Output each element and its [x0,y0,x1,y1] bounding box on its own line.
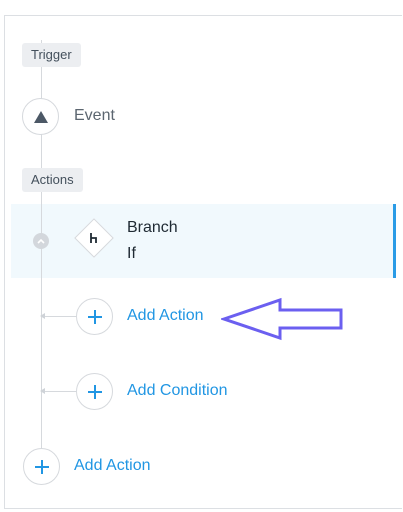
collapse-toggle[interactable] [33,233,49,249]
connector-tip-add-condition [40,388,45,394]
add-action-button-nested[interactable] [76,298,113,335]
branch-icon [90,233,97,243]
plus-icon [87,309,102,324]
add-condition-button[interactable] [76,373,113,410]
branch-subtitle: If [127,245,136,262]
triangle-up-icon [33,110,48,123]
connector-add-condition [42,391,76,392]
add-action-link-nested[interactable]: Add Action [127,307,204,325]
arrow-left-icon [221,297,343,341]
connector-tip-add-action [40,313,45,319]
connector-add-action [42,316,76,317]
branch-row[interactable] [11,204,396,278]
trigger-event-node[interactable] [22,98,59,135]
trigger-event-label[interactable]: Event [74,107,115,125]
add-action-link-root[interactable]: Add Action [74,457,151,475]
trigger-section-tag: Trigger [22,43,81,67]
actions-section-tag: Actions [22,168,83,192]
add-action-button-root[interactable] [23,448,60,485]
plus-icon [87,384,102,399]
branch-title: Branch [127,219,178,236]
plus-icon [34,459,49,474]
chevron-up-icon [37,238,45,244]
add-condition-link[interactable]: Add Condition [127,382,228,400]
